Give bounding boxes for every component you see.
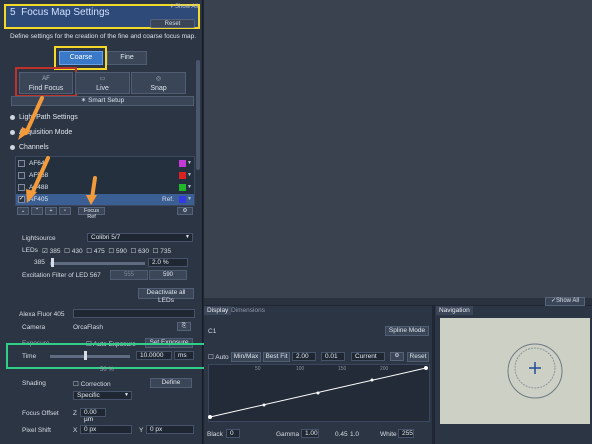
gamma-label: Gamma <box>276 431 300 438</box>
panel-divider <box>204 298 592 305</box>
current-select[interactable]: Current <box>351 352 385 361</box>
show-all-toggle[interactable]: ✓Show All <box>545 297 585 306</box>
white-input[interactable]: 255 <box>398 429 414 438</box>
display-reset-button[interactable]: Reset <box>407 352 429 362</box>
gamma-min: 0.45 <box>335 431 348 438</box>
navigation-overlay <box>507 343 563 399</box>
current-value: Current <box>355 353 377 360</box>
black-label: Black <box>207 431 223 438</box>
tab-navigation[interactable]: Navigation <box>436 306 473 315</box>
auto-label: Auto <box>215 354 229 361</box>
black-input[interactable]: 0 <box>226 429 240 438</box>
best-fit-button[interactable]: Best Fit <box>263 352 290 362</box>
white-label: White <box>380 431 397 438</box>
annotation-arrow <box>18 96 97 205</box>
tab-dimensions[interactable]: Dimensions <box>228 306 268 315</box>
minmax-button[interactable]: Min/Max <box>231 352 261 362</box>
bestfit-value-2[interactable]: 0.01 <box>321 352 345 361</box>
auto-checkbox[interactable]: ☐ Auto <box>208 353 229 361</box>
gamma-max: 1.0 <box>350 431 360 438</box>
gamma-curve <box>208 366 428 419</box>
show-all-label: Show All <box>556 298 580 304</box>
gear-icon[interactable]: ⚙ <box>390 352 404 361</box>
channel-c1-label: C1 <box>208 328 217 335</box>
gamma-input[interactable]: 1.00 <box>301 429 319 438</box>
image-viewer-area[interactable] <box>204 0 592 305</box>
spline-mode-button[interactable]: Spline Mode <box>385 326 429 336</box>
bestfit-value-1[interactable]: 2.00 <box>292 352 316 361</box>
